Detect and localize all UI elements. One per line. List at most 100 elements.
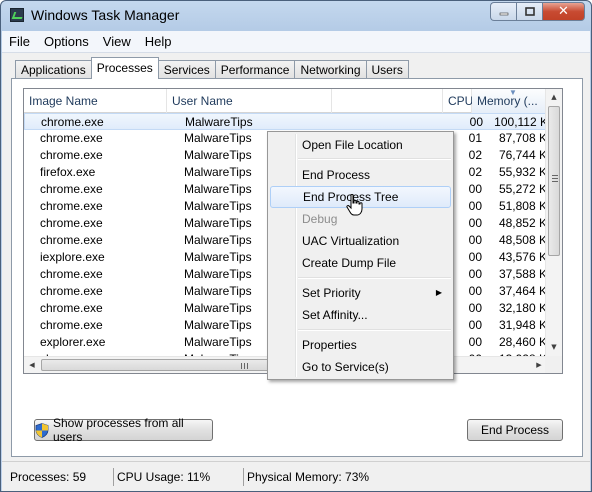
process-cpu: 00 (468, 250, 482, 264)
process-memory: 37,464 K (498, 284, 547, 298)
process-cpu: 00 (468, 216, 482, 230)
column-image-name[interactable]: Image Name (24, 89, 167, 113)
maximize-icon (524, 7, 535, 16)
process-image-name: chrome.exe (41, 115, 104, 129)
process-image-name: chrome.exe (40, 267, 103, 281)
process-cpu: 01 (468, 131, 482, 145)
vertical-scroll-thumb[interactable] (548, 106, 560, 256)
close-button[interactable]: ✕ (542, 2, 585, 21)
process-cpu: 02 (468, 165, 482, 179)
column-spacer (332, 89, 443, 113)
process-image-name: chrome.exe (40, 284, 103, 298)
column-label: Memory (... (477, 94, 538, 108)
menu-options[interactable]: Options (37, 34, 96, 49)
end-process-label: End Process (480, 423, 550, 437)
process-memory: 76,744 K (498, 148, 547, 162)
menu-help[interactable]: Help (138, 34, 179, 49)
process-cpu: 00 (469, 115, 483, 129)
title-bar[interactable]: Windows Task Manager ✕ (1, 1, 591, 31)
process-memory: 87,708 K (498, 131, 547, 145)
menu-end-process[interactable]: End Process (270, 164, 451, 186)
scroll-down-icon[interactable]: ▼ (546, 339, 562, 356)
process-memory: 55,932 K (498, 165, 547, 179)
sort-descending-icon: ▼ (509, 88, 517, 97)
process-cpu: 00 (468, 233, 482, 247)
list-header: Image Name User Name CPU ▼ Memory (... (24, 89, 547, 113)
scrollbar-corner (545, 356, 562, 373)
maximize-button[interactable] (516, 2, 542, 21)
process-memory: 43,576 K (498, 250, 547, 264)
context-menu: Open File Location End Process End Proce… (267, 131, 454, 380)
tab-performance[interactable]: Performance (214, 60, 296, 79)
tab-networking[interactable]: Networking (294, 60, 367, 79)
column-memory[interactable]: ▼ Memory (... (472, 89, 547, 113)
mouse-cursor-icon (346, 193, 364, 216)
status-cpu-usage: CPU Usage: 11% (113, 468, 238, 486)
tab-services[interactable]: Services (157, 60, 216, 79)
uac-shield-icon (35, 422, 49, 438)
minimize-icon (499, 12, 508, 15)
caption-buttons: ✕ (490, 2, 585, 21)
process-image-name: chrome.exe (40, 148, 103, 162)
process-memory: 48,508 K (498, 233, 547, 247)
menu-open-file-location[interactable]: Open File Location (270, 134, 451, 156)
process-image-name: chrome.exe (40, 233, 103, 247)
process-cpu: 02 (468, 148, 482, 162)
process-memory: 51,808 K (498, 199, 547, 213)
process-image-name: chrome.exe (40, 131, 103, 145)
menu-file[interactable]: File (2, 34, 37, 49)
tab-users[interactable]: Users (365, 60, 409, 79)
column-cpu[interactable]: CPU (443, 89, 474, 113)
column-label: CPU (448, 94, 474, 108)
menu-set-priority[interactable]: Set Priority ▶ (270, 282, 451, 304)
process-memory: 100,112 K (494, 115, 548, 129)
process-memory: 55,272 K (498, 182, 547, 196)
scroll-left-icon[interactable]: ◀ (24, 357, 40, 373)
minimize-button[interactable] (490, 2, 516, 21)
process-image-name: iexplore.exe (40, 250, 105, 264)
process-cpu: 00 (468, 267, 482, 281)
process-memory: 48,852 K (498, 216, 547, 230)
status-physical-memory: Physical Memory: 73% (243, 468, 443, 486)
end-process-button[interactable]: End Process (467, 419, 563, 441)
menu-separator (298, 277, 451, 279)
process-image-name: chrome.exe (40, 318, 103, 332)
menu-view[interactable]: View (96, 34, 138, 49)
tab-strip: Applications Processes Services Performa… (15, 57, 409, 79)
column-label: User Name (172, 94, 233, 108)
process-cpu: 00 (468, 318, 482, 332)
window-title: Windows Task Manager (31, 7, 180, 23)
menu-bar: File Options View Help (2, 31, 590, 53)
process-image-name: chrome.exe (40, 199, 103, 213)
show-all-label: Show processes from all users (53, 416, 184, 444)
close-icon: ✕ (558, 4, 569, 19)
tab-applications[interactable]: Applications (15, 60, 92, 79)
process-image-name: chrome.exe (40, 216, 103, 230)
tab-processes[interactable]: Processes (90, 57, 159, 79)
process-memory: 32,180 K (498, 301, 547, 315)
process-memory: 31,948 K (498, 318, 547, 332)
column-user-name[interactable]: User Name (167, 89, 332, 113)
menu-uac-virtualization[interactable]: UAC Virtualization (270, 230, 451, 252)
menu-properties[interactable]: Properties (270, 334, 451, 356)
process-cpu: 00 (468, 301, 482, 315)
process-image-name: chrome.exe (40, 182, 103, 196)
menu-go-to-services[interactable]: Go to Service(s) (270, 356, 451, 378)
menu-create-dump-file[interactable]: Create Dump File (270, 252, 451, 274)
process-cpu: 00 (468, 182, 482, 196)
process-memory: 37,588 K (498, 267, 547, 281)
process-image-name: chrome.exe (40, 301, 103, 315)
grip-icon (552, 175, 558, 182)
process-memory: 28,460 K (498, 335, 547, 349)
scroll-up-icon[interactable]: ▲ (546, 89, 562, 106)
menu-set-affinity[interactable]: Set Affinity... (270, 304, 451, 326)
table-row[interactable]: chrome.exe MalwareTips 00 100,112 K (24, 113, 548, 130)
grip-icon (241, 363, 248, 369)
process-user-name: MalwareTips (185, 115, 253, 129)
show-all-processes-button[interactable]: Show processes from all users (34, 416, 213, 444)
process-cpu: 00 (468, 199, 482, 213)
vertical-scrollbar[interactable]: ▲ ▼ (545, 89, 562, 356)
process-cpu: 00 (468, 335, 482, 349)
process-image-name: firefox.exe (40, 165, 96, 179)
process-image-name: explorer.exe (40, 335, 106, 349)
